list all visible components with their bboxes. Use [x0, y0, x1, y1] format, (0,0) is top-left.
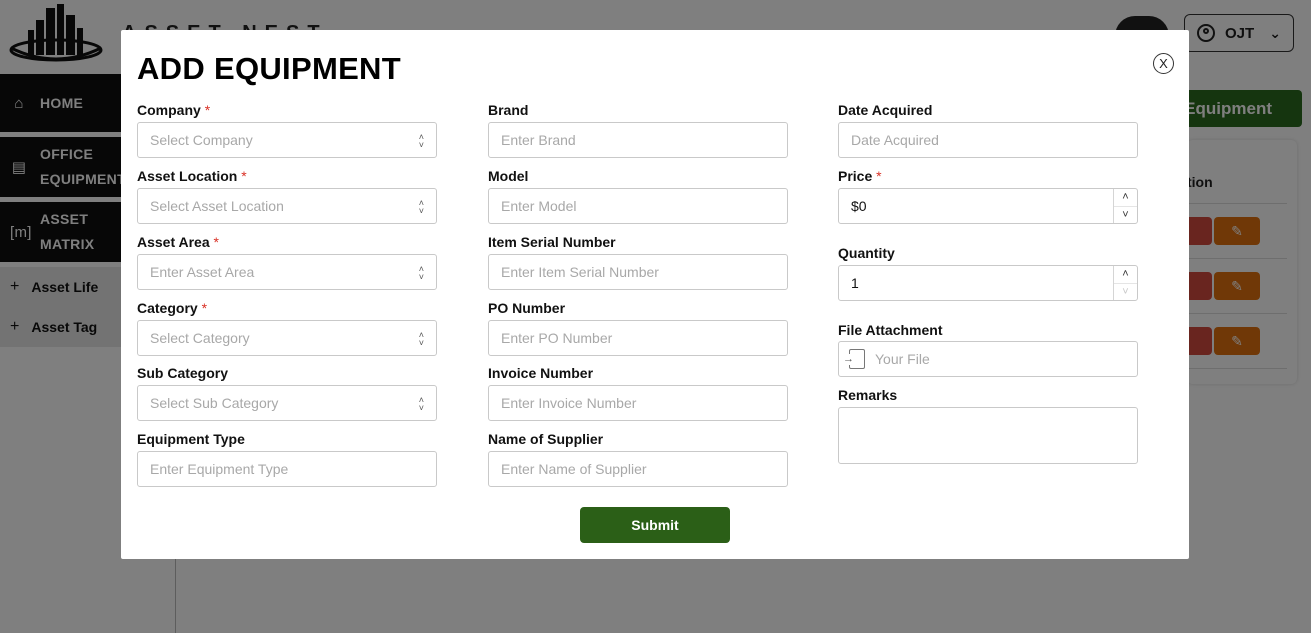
- field-label: Brand: [488, 102, 529, 118]
- add-equipment-modal: ADD EQUIPMENT X Company * Select Company…: [121, 30, 1189, 559]
- price-input[interactable]: $0 ˄ ˅: [838, 188, 1138, 224]
- invoice-number-input[interactable]: Enter Invoice Number: [488, 385, 788, 421]
- brand-input[interactable]: Enter Brand: [488, 122, 788, 158]
- input-placeholder: Enter Invoice Number: [501, 395, 637, 411]
- select-arrows-icon: ˄ ˅: [418, 132, 424, 150]
- required-marker: *: [876, 168, 882, 184]
- company-field: Company * Select Company ˄ ˅: [137, 100, 437, 158]
- sub-category-field: Sub Category Select Sub Category ˄ ˅: [137, 363, 437, 421]
- field-label: Quantity: [838, 245, 895, 261]
- asset-area-select[interactable]: Enter Asset Area ˄ ˅: [137, 254, 437, 290]
- field-label: Asset Area *: [137, 234, 219, 250]
- field-label: File Attachment: [838, 322, 943, 338]
- price-stepper[interactable]: ˄ ˅: [1113, 189, 1137, 223]
- brand-field: Brand Enter Brand: [488, 100, 788, 158]
- decrement-icon[interactable]: ˅: [1114, 205, 1137, 224]
- model-input[interactable]: Enter Model: [488, 188, 788, 224]
- supplier-input[interactable]: Enter Name of Supplier: [488, 451, 788, 487]
- field-label: Item Serial Number: [488, 234, 616, 250]
- remarks-field: Remarks: [838, 385, 1138, 464]
- input-placeholder: Enter Equipment Type: [150, 461, 289, 477]
- select-arrows-icon: ˄ ˅: [418, 330, 424, 348]
- field-label: Date Acquired: [838, 102, 933, 118]
- input-placeholder: Date Acquired: [851, 132, 939, 148]
- field-label: Sub Category: [137, 365, 229, 381]
- select-placeholder: Enter Asset Area: [150, 264, 255, 280]
- asset-location-field: Asset Location * Select Asset Location ˄…: [137, 166, 437, 224]
- required-marker: *: [204, 102, 211, 118]
- increment-icon[interactable]: ˄: [1114, 189, 1137, 206]
- submit-button[interactable]: Submit: [580, 507, 730, 543]
- select-arrows-icon: ˄ ˅: [418, 264, 424, 282]
- remarks-textarea[interactable]: [838, 407, 1138, 464]
- date-acquired-input[interactable]: Date Acquired: [838, 122, 1138, 158]
- required-marker: *: [213, 234, 219, 250]
- sub-category-select[interactable]: Select Sub Category ˄ ˅: [137, 385, 437, 421]
- field-label: Asset Location *: [137, 168, 247, 184]
- select-placeholder: Select Asset Location: [150, 198, 284, 214]
- input-value: $0: [851, 198, 867, 214]
- select-placeholder: Select Company: [150, 132, 253, 148]
- close-icon[interactable]: X: [1153, 53, 1174, 74]
- date-acquired-field: Date Acquired Date Acquired: [838, 100, 1138, 158]
- price-field: Price * $0 ˄ ˅: [838, 166, 1138, 224]
- file-attachment-field: File Attachment Your File: [838, 320, 1138, 377]
- file-attachment-input[interactable]: Your File: [838, 341, 1138, 377]
- asset-location-select[interactable]: Select Asset Location ˄ ˅: [137, 188, 437, 224]
- select-placeholder: Select Category: [150, 330, 250, 346]
- decrement-icon: ˅: [1114, 282, 1137, 301]
- field-label: Name of Supplier: [488, 431, 604, 447]
- field-label: Price *: [838, 168, 882, 184]
- asset-area-field: Asset Area * Enter Asset Area ˄ ˅: [137, 232, 437, 290]
- invoice-number-field: Invoice Number Enter Invoice Number: [488, 363, 788, 421]
- field-label: Remarks: [838, 387, 898, 403]
- quantity-field: Quantity 1 ˄ ˅: [838, 243, 1138, 301]
- input-placeholder: Your File: [875, 351, 930, 367]
- po-number-field: PO Number Enter PO Number: [488, 298, 788, 356]
- equipment-type-input[interactable]: Enter Equipment Type: [137, 451, 437, 487]
- field-label: Model: [488, 168, 529, 184]
- select-placeholder: Select Sub Category: [150, 395, 279, 411]
- file-import-icon: [843, 349, 865, 369]
- select-arrows-icon: ˄ ˅: [418, 198, 424, 216]
- field-label: Invoice Number: [488, 365, 594, 381]
- serial-number-input[interactable]: Enter Item Serial Number: [488, 254, 788, 290]
- input-placeholder: Enter Name of Supplier: [501, 461, 647, 477]
- field-label: Company *: [137, 102, 211, 118]
- quantity-input[interactable]: 1 ˄ ˅: [838, 265, 1138, 301]
- input-placeholder: Enter Model: [501, 198, 577, 214]
- required-marker: *: [241, 168, 247, 184]
- input-placeholder: Enter Item Serial Number: [501, 264, 659, 280]
- supplier-field: Name of Supplier Enter Name of Supplier: [488, 429, 788, 487]
- serial-number-field: Item Serial Number Enter Item Serial Num…: [488, 232, 788, 290]
- field-label: PO Number: [488, 300, 566, 316]
- modal-title: ADD EQUIPMENT: [137, 51, 401, 86]
- model-field: Model Enter Model: [488, 166, 788, 224]
- required-marker: *: [201, 300, 208, 316]
- increment-icon[interactable]: ˄: [1114, 266, 1137, 283]
- field-label: Equipment Type: [137, 431, 245, 447]
- po-number-input[interactable]: Enter PO Number: [488, 320, 788, 356]
- category-field: Category * Select Category ˄ ˅: [137, 298, 437, 356]
- input-placeholder: Enter Brand: [501, 132, 576, 148]
- field-label: Category *: [137, 300, 208, 316]
- input-placeholder: Enter PO Number: [501, 330, 613, 346]
- input-value: 1: [851, 275, 859, 291]
- select-arrows-icon: ˄ ˅: [418, 395, 424, 413]
- equipment-type-field: Equipment Type Enter Equipment Type: [137, 429, 437, 487]
- company-select[interactable]: Select Company ˄ ˅: [137, 122, 437, 158]
- category-select[interactable]: Select Category ˄ ˅: [137, 320, 437, 356]
- quantity-stepper[interactable]: ˄ ˅: [1113, 266, 1137, 300]
